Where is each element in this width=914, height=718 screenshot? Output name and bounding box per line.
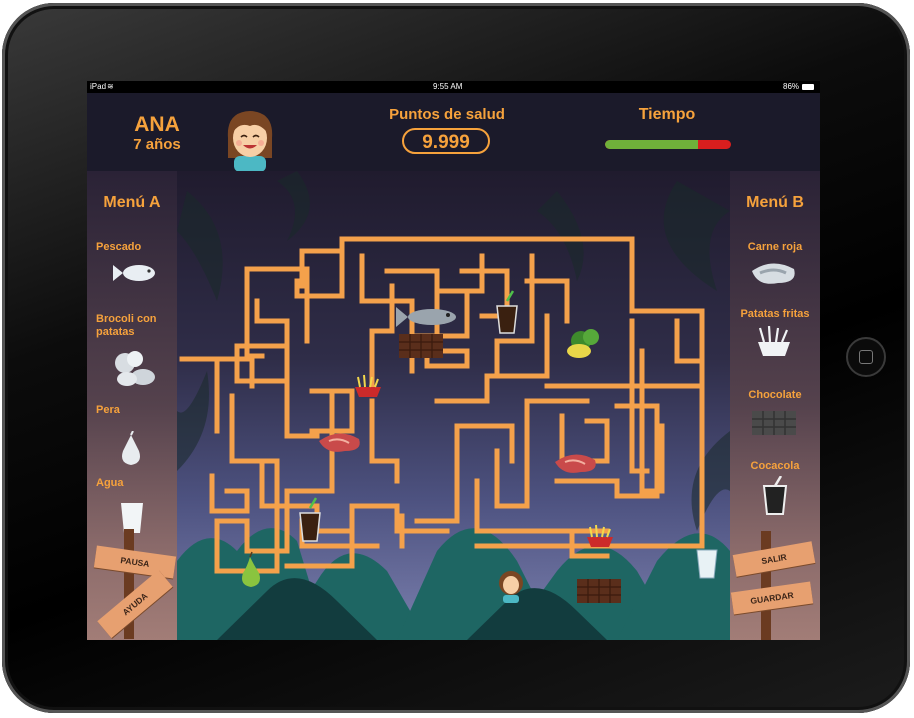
maze-broccoli-icon <box>567 329 599 358</box>
avatar <box>227 111 273 172</box>
save-button[interactable]: GUARDAR <box>730 581 814 615</box>
broccoli-potatoes-icon <box>115 351 155 386</box>
help-button[interactable]: AYUDA <box>97 569 173 639</box>
clock: 9:55 AM <box>433 82 463 91</box>
menu-a-item-label: Pera <box>96 404 120 416</box>
pear-icon <box>122 431 140 465</box>
fries-icon <box>758 326 790 356</box>
score-label: Puntos de salud <box>389 106 505 123</box>
menu-a-item-label: Pescado <box>96 241 142 253</box>
home-button[interactable] <box>846 337 886 377</box>
player-name: ANA <box>134 113 180 136</box>
menu-a-item-label: Agua <box>96 477 124 489</box>
sign-post-right <box>761 531 771 640</box>
battery-level: 86% <box>783 82 800 91</box>
maze-steak-icon <box>319 433 360 452</box>
game-screen: iPad ≋ 9:55 AM 86% ANA 7 años Puntos de … <box>87 81 820 640</box>
score-value: 9.999 <box>402 128 490 154</box>
timer-fill <box>605 140 699 149</box>
chocolate-icon <box>752 411 796 435</box>
device-label: iPad <box>90 82 107 91</box>
fish-icon <box>113 265 155 281</box>
menu-b-item-label: Cocacola <box>750 460 800 472</box>
status-bar: iPad ≋ 9:55 AM 86% <box>87 81 820 93</box>
maze-area <box>177 171 730 640</box>
menu-b-item-label: Chocolate <box>748 389 802 401</box>
maze-water-icon <box>696 549 718 579</box>
pause-button[interactable]: PAUSA <box>93 545 177 579</box>
menu-a-item-label: Brocoli con patatas <box>96 313 157 338</box>
maze-fish-icon <box>396 307 456 327</box>
player-marker <box>499 571 523 603</box>
timer-bar <box>605 140 731 149</box>
menu-b-item-label: Carne roja <box>747 241 803 253</box>
steak-icon <box>752 263 795 284</box>
maze-chocolate-icon-2 <box>577 579 621 603</box>
timer-label: Tiempo <box>638 106 696 123</box>
menu-a-title: Menú A <box>103 194 161 211</box>
player-age: 7 años <box>133 136 181 153</box>
cola-glass-icon <box>762 476 788 515</box>
maze <box>179 236 718 603</box>
exit-button[interactable]: SALIR <box>732 541 816 577</box>
maze-fries-icon <box>355 374 381 397</box>
battery-icon <box>802 84 814 90</box>
menu-a-panel: Menú A Pescado Brocoli con patatas Pera … <box>87 171 177 640</box>
menu-b-item-label: Patatas fritas <box>740 308 810 320</box>
maze-chocolate-icon <box>399 334 443 358</box>
menu-b-title: Menú B <box>746 194 804 211</box>
wifi-icon: ≋ <box>107 82 114 91</box>
hud-bar: ANA 7 años Puntos de salud 9.999 Tiempo <box>87 93 820 172</box>
menu-b-panel: Menú B Carne roja Patatas fritas Chocola… <box>730 171 820 640</box>
maze-fries-icon-2 <box>587 524 613 547</box>
